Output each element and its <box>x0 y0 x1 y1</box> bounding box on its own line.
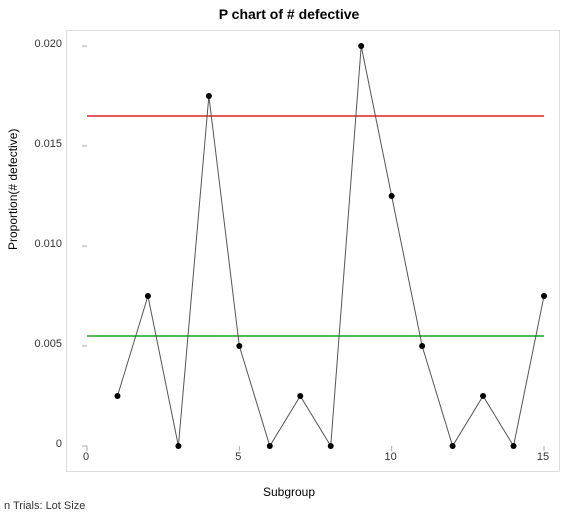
data-point <box>541 293 547 299</box>
data-point <box>297 393 303 399</box>
data-point <box>236 343 242 349</box>
footer-note: n Trials: Lot Size <box>4 500 85 512</box>
x-axis-label: Subgroup <box>0 485 578 499</box>
data-point <box>267 443 273 449</box>
y-axis-label: Proportion(# defective) <box>6 129 20 250</box>
y-tick-label: 0 <box>22 438 62 450</box>
x-tick-label: 0 <box>76 451 96 463</box>
data-point <box>145 293 151 299</box>
chart-title: P chart of # defective <box>0 6 578 22</box>
p-chart: P chart of # defective Proportion(# defe… <box>0 0 578 516</box>
data-point <box>358 43 364 49</box>
x-tick-label: 10 <box>381 451 401 463</box>
x-tick-label: 15 <box>533 451 553 463</box>
data-point <box>114 393 120 399</box>
data-point <box>419 343 425 349</box>
x-tick-label: 5 <box>228 451 248 463</box>
data-point <box>206 93 212 99</box>
y-tick-label: 0.010 <box>22 238 62 250</box>
plot-svg <box>67 31 559 471</box>
data-point <box>511 443 517 449</box>
data-point <box>450 443 456 449</box>
data-point <box>175 443 181 449</box>
data-point <box>389 193 395 199</box>
y-tick-label: 0.020 <box>22 38 62 50</box>
data-point <box>328 443 334 449</box>
data-series-line <box>117 46 544 446</box>
data-point <box>480 393 486 399</box>
y-tick-label: 0.015 <box>22 138 62 150</box>
y-tick-label: 0.005 <box>22 338 62 350</box>
plot-area <box>66 30 560 472</box>
